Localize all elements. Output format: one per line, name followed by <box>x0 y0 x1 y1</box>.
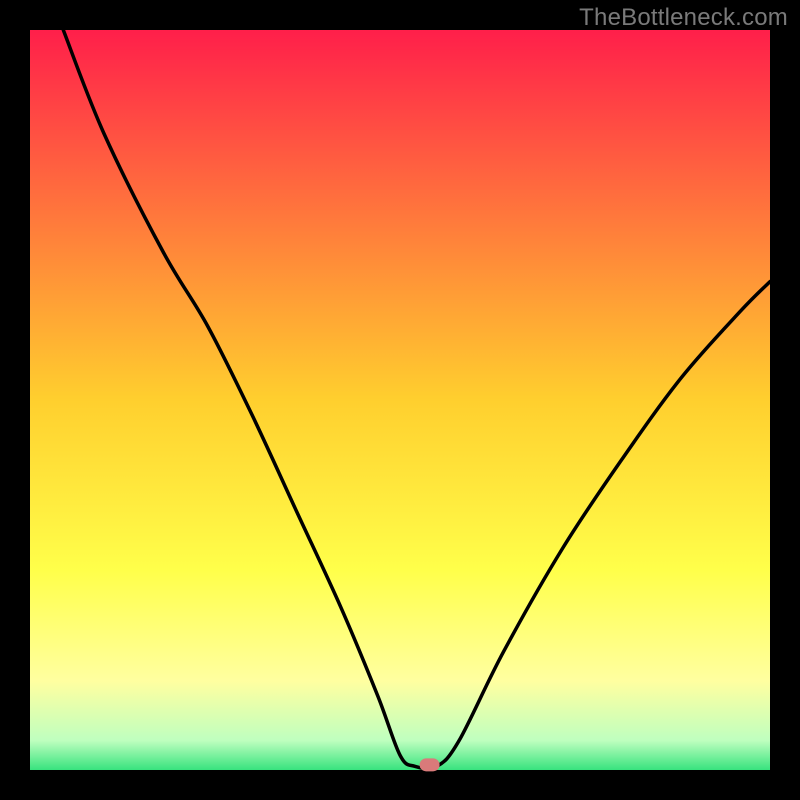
watermark-text: TheBottleneck.com <box>579 4 788 32</box>
optimal-marker <box>420 758 440 771</box>
chart-container: TheBottleneck.com <box>0 0 800 800</box>
bottleneck-chart <box>0 0 800 800</box>
